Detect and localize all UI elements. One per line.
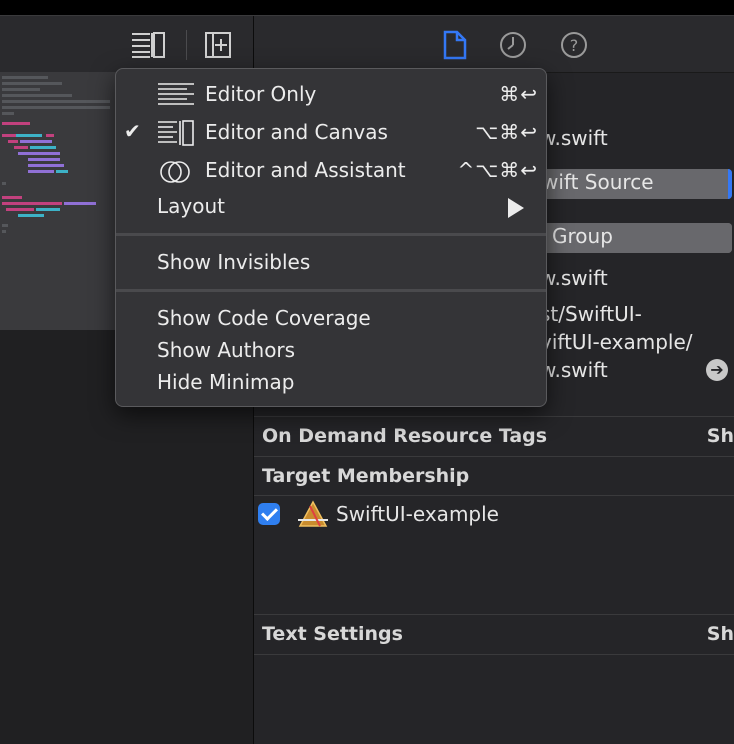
menu-item-label: Editor and Canvas xyxy=(205,120,388,144)
section-on-demand-resource-tags[interactable]: On Demand Resource Tags Sh xyxy=(254,416,734,457)
reveal-in-finder-icon[interactable]: ➔ xyxy=(706,359,728,381)
editor-options-icon[interactable] xyxy=(130,30,168,60)
history-icon[interactable] xyxy=(499,30,527,60)
location-value: Group xyxy=(552,224,613,248)
section-target-membership[interactable]: Target Membership xyxy=(254,456,734,497)
help-icon[interactable]: ? xyxy=(560,30,588,60)
add-editor-icon[interactable] xyxy=(204,30,242,60)
window-top-strip xyxy=(0,0,734,16)
file-type-value: wift Source xyxy=(542,170,654,194)
menu-item-label: Editor Only xyxy=(205,82,317,106)
section-title: On Demand Resource Tags xyxy=(262,425,548,447)
shortcut-text: ⌘↩ xyxy=(499,82,538,106)
show-toggle[interactable]: Sh xyxy=(707,623,734,645)
section-title: Target Membership xyxy=(262,465,470,487)
menu-separator xyxy=(116,233,546,236)
full-path-line-1: st/SwiftUI- xyxy=(540,302,642,326)
inspector-toolbar: ? xyxy=(254,16,734,73)
shortcut-text: ⌥⌘↩ xyxy=(475,120,538,144)
section-title: Text Settings xyxy=(262,623,403,645)
menu-item-label: Show Invisibles xyxy=(157,250,311,274)
file-type-popup[interactable]: wift Source xyxy=(542,169,732,199)
assistant-icon xyxy=(157,158,195,184)
menu-separator xyxy=(116,289,546,292)
popup-accent xyxy=(728,223,732,253)
file-inspector-icon[interactable] xyxy=(441,30,469,60)
toolbar-divider xyxy=(186,30,187,60)
target-membership-checkbox[interactable] xyxy=(258,503,280,525)
menu-item-show-code-coverage[interactable]: Show Code Coverage xyxy=(116,301,546,337)
menu-item-editor-and-assistant[interactable]: Editor and Assistant ^⌥⌘↩ xyxy=(116,153,546,189)
section-text-settings[interactable]: Text Settings Sh xyxy=(254,614,734,655)
divider xyxy=(254,495,734,496)
svg-text:?: ? xyxy=(570,36,579,55)
editor-only-icon xyxy=(157,82,195,108)
minimap[interactable] xyxy=(0,72,115,330)
menu-item-label: Show Authors xyxy=(157,338,296,362)
app-target-icon xyxy=(296,500,330,528)
menu-item-show-authors[interactable]: Show Authors xyxy=(116,333,546,369)
menu-item-label: Show Code Coverage xyxy=(157,306,371,330)
menu-item-hide-minimap[interactable]: Hide Minimap xyxy=(116,365,546,401)
location-popup[interactable]: Group xyxy=(545,223,732,253)
menu-item-editor-only[interactable]: Editor Only ⌘↩ xyxy=(116,77,546,113)
divider xyxy=(254,654,734,655)
editor-options-menu: Editor Only ⌘↩ ✔ Editor and Canvas ⌥⌘↩ E… xyxy=(115,68,547,407)
target-membership-label: SwiftUI-example xyxy=(336,502,499,526)
full-path-line-2: viftUI-example/ xyxy=(540,330,693,354)
shortcut-text: ^⌥⌘↩ xyxy=(457,158,538,182)
submenu-arrow-icon xyxy=(508,198,524,218)
popup-accent xyxy=(728,169,732,199)
file-name-label: w.swift xyxy=(540,266,608,290)
menu-item-layout[interactable]: Layout xyxy=(116,189,546,225)
menu-item-editor-and-canvas[interactable]: ✔ Editor and Canvas ⌥⌘↩ xyxy=(116,115,546,151)
file-name-field[interactable]: w.swift xyxy=(540,126,608,150)
full-path-line-3: w.swift xyxy=(540,358,608,382)
menu-item-label: Layout xyxy=(157,194,225,218)
menu-item-label: Editor and Assistant xyxy=(205,158,406,182)
menu-item-label: Hide Minimap xyxy=(157,370,295,394)
checkmark-icon: ✔ xyxy=(124,119,141,143)
menu-item-show-invisibles[interactable]: Show Invisibles xyxy=(116,245,546,281)
show-toggle[interactable]: Sh xyxy=(707,425,734,447)
editor-canvas-icon xyxy=(157,120,195,146)
